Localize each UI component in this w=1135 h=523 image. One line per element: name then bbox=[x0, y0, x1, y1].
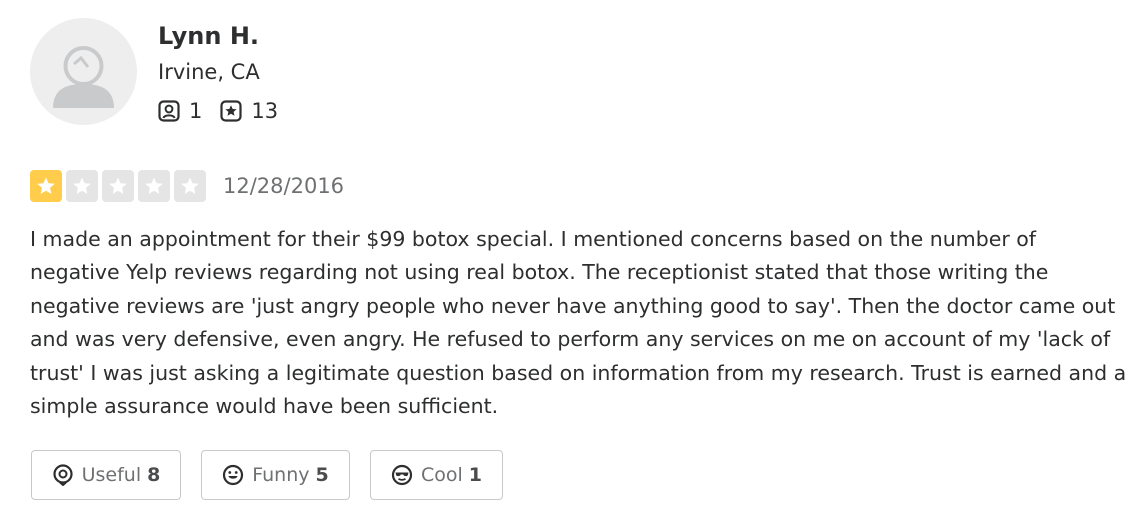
user-name[interactable]: Lynn H. bbox=[158, 20, 259, 52]
default-user-avatar-icon bbox=[53, 46, 114, 108]
review-text: I made an appointment for their $99 boto… bbox=[30, 227, 1127, 419]
funny-button[interactable]: Funny 5 bbox=[201, 450, 350, 500]
useful-count: 8 bbox=[147, 464, 161, 486]
cool-count: 1 bbox=[468, 464, 483, 486]
reviews-star-icon bbox=[220, 100, 242, 122]
star-filled-icon bbox=[30, 170, 62, 202]
user-location: Irvine, CA bbox=[158, 60, 260, 84]
star-empty-icon bbox=[138, 170, 170, 202]
star-rating bbox=[30, 170, 210, 202]
useful-label: Useful bbox=[81, 464, 142, 486]
funny-count: 5 bbox=[315, 464, 329, 486]
star-empty-icon bbox=[174, 170, 206, 202]
sunglasses-icon bbox=[391, 464, 413, 486]
reviews-count: 13 bbox=[251, 99, 279, 123]
friends-stat: 1 bbox=[158, 99, 202, 123]
cool-button[interactable]: Cool 1 bbox=[370, 450, 503, 500]
useful-button[interactable]: Useful 8 bbox=[31, 450, 181, 500]
lightbulb-icon bbox=[53, 464, 73, 486]
star-empty-icon bbox=[102, 170, 134, 202]
funny-label: Funny bbox=[252, 464, 310, 486]
star-empty-icon bbox=[66, 170, 98, 202]
review-date: 12/28/2016 bbox=[223, 174, 345, 198]
friends-icon bbox=[158, 100, 180, 122]
smile-icon bbox=[223, 464, 244, 486]
reaction-buttons: Useful 8 Funny 5 Cool 1 bbox=[31, 450, 523, 500]
rating-row: 12/28/2016 bbox=[30, 170, 344, 202]
cool-label: Cool bbox=[420, 464, 463, 486]
user-avatar[interactable] bbox=[30, 18, 137, 125]
friends-count: 1 bbox=[189, 99, 203, 123]
user-stats: 1 13 bbox=[158, 96, 278, 126]
reviews-stat: 13 bbox=[220, 99, 278, 123]
